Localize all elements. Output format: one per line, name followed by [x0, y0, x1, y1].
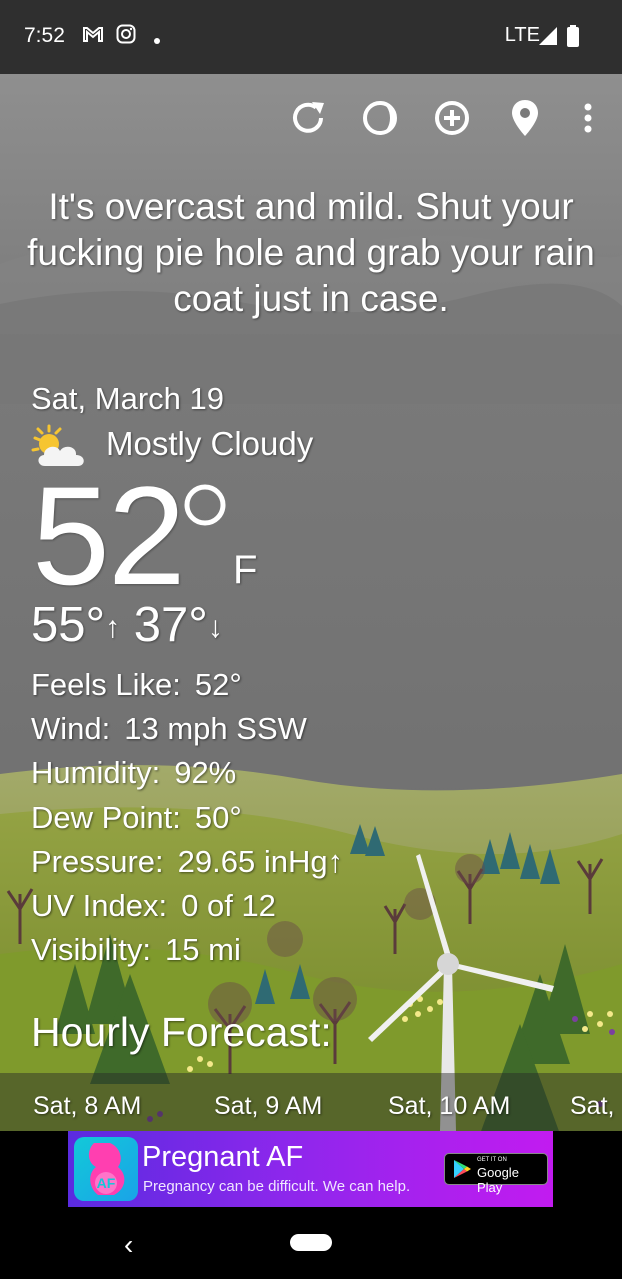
ad-banner[interactable]: AF Pregnant AF Pregnancy can be difficul… [68, 1131, 553, 1207]
toolbar [0, 96, 622, 140]
current-temperature: 52 [32, 457, 186, 614]
hourly-item[interactable]: Sat, 9 AM [214, 1092, 322, 1121]
add-location-icon[interactable] [430, 96, 474, 140]
detail-label: Humidity: [31, 755, 161, 791]
hourly-item[interactable]: Sat, 10 AM [388, 1092, 510, 1121]
temperature-unit: F [233, 548, 258, 592]
detail-value: 29.65 inHg↑ [177, 843, 344, 879]
refresh-icon[interactable] [286, 96, 330, 140]
weather-details: Feels Like: 52° Wind: 13 mph SSW Humidity:… [31, 663, 343, 972]
network-type: LTE [504, 24, 540, 46]
detail-label: Wind: [31, 711, 111, 747]
status-time: 7:52 [24, 24, 65, 47]
detail-humidity: Humidity: 92% [31, 751, 343, 795]
home-button[interactable] [290, 1234, 332, 1251]
hourly-item[interactable]: Sat, 8 AM [33, 1092, 141, 1121]
dot-icon [153, 32, 161, 50]
high-arrow: ↑ [105, 611, 121, 645]
battery-icon [567, 25, 579, 52]
weather-headline: It's overcast and mild. Shut your fuckin… [27, 186, 595, 319]
low-temp: 37° [133, 598, 208, 652]
navigation-bar: ‹ [0, 1209, 622, 1279]
high-temp: 55° [31, 598, 106, 652]
instagram-icon [116, 24, 136, 49]
ad-app-logo: AF [74, 1137, 138, 1201]
ad-title: Pregnant AF [142, 1141, 304, 1173]
store-small-text: GET IT ON [477, 1157, 507, 1163]
detail-feels-like: Feels Like: 52° [31, 663, 343, 707]
detail-label: Feels Like: [31, 667, 181, 702]
hourly-forecast-strip[interactable]: Sat, 8 AM Sat, 9 AM Sat, 10 AM Sat, [0, 1073, 622, 1131]
hourly-forecast-title: Hourly Forecast: [31, 1009, 332, 1055]
detail-value: 0 of 12 [181, 888, 276, 924]
detail-wind: Wind: 13 mph SSW [31, 707, 343, 751]
degree-symbol-icon [180, 480, 230, 535]
location-pin-icon[interactable] [503, 96, 547, 140]
hourly-item[interactable]: Sat, [570, 1092, 614, 1121]
detail-value: 50° [194, 799, 242, 835]
google-play-icon [454, 1160, 471, 1178]
gmail-icon [82, 24, 104, 49]
high-low: 55°↑ 37°↓ [31, 597, 223, 653]
detail-value: 52° [194, 667, 242, 702]
detail-value: 92% [174, 755, 237, 791]
detail-uv-index: UV Index: 0 of 12 [31, 884, 343, 928]
detail-dew-point: Dew Point: 50° [31, 796, 343, 840]
signal-icon [538, 26, 558, 51]
current-date: Sat, March 19 [31, 381, 224, 416]
detail-label: Visibility: [31, 932, 152, 968]
more-vert-icon[interactable] [566, 96, 610, 140]
ad-subtitle: Pregnancy can be difficult. We can help. [143, 1178, 411, 1195]
detail-visibility: Visibility: 15 mi [31, 928, 343, 972]
detail-label: Dew Point: [31, 799, 181, 835]
svg-text:AF: AF [97, 1175, 116, 1191]
store-big-text: Google Play [477, 1165, 519, 1195]
status-bar: 7:52 LTE [0, 0, 622, 74]
back-button[interactable]: ‹ [124, 1229, 133, 1261]
detail-value: 13 mph SSW [124, 711, 307, 747]
detail-label: Pressure: [31, 843, 164, 879]
ad-bar: AF Pregnant AF Pregnancy can be difficul… [0, 1131, 622, 1209]
detail-value: 15 mi [165, 932, 241, 968]
google-play-badge[interactable]: GET IT ON Google Play [444, 1153, 548, 1195]
theme-icon[interactable] [358, 96, 402, 140]
low-arrow: ↓ [207, 611, 223, 645]
detail-label: UV Index: [31, 888, 168, 924]
detail-pressure: Pressure: 29.65 inHg↑ [31, 840, 343, 884]
